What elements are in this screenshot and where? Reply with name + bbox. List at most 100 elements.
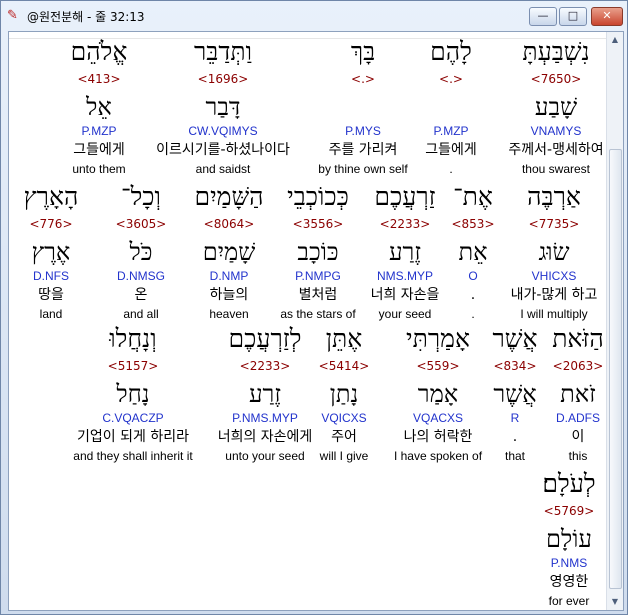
word-eng: your seed <box>378 307 432 321</box>
word-num: <776> <box>29 217 73 231</box>
word-heb: לְזַרְעֲכֶם <box>228 324 302 353</box>
word-heb: אַרְבֶּה <box>527 182 581 211</box>
word-num: <5414> <box>318 359 370 373</box>
word-cell[interactable]: וְנָחֲלוּ <5157> נָחַל C.VQACZP 기업이 되게 하리라 an… <box>58 324 208 466</box>
word-kor: 땅을 <box>38 287 64 303</box>
word-kor: 그들에게 <box>425 142 477 158</box>
word-cell[interactable]: אֶת־ <853> אֵת O.. <box>445 182 501 324</box>
word-cell[interactable]: וַתְּדַבֵּר <1696> דָּבַר CW.VQIMYS 이르시기를-하셨… <box>143 37 303 179</box>
word-kor: 내가-많게 하고 <box>510 287 598 303</box>
word-num: <7735> <box>528 217 580 231</box>
word-parse: D.NMP <box>209 269 249 283</box>
word-num: <8064> <box>203 217 255 231</box>
word-kor: 너희의 자손에게 <box>217 429 313 445</box>
word-eng: this <box>568 449 588 463</box>
scroll-up-icon[interactable]: ▲ <box>608 32 622 48</box>
word-cell[interactable]: לְעֹלָם׃ <5769> עוֹלָם P.NMS 영영한 for ever <box>529 469 609 610</box>
word-cell[interactable]: אַרְבֶּה <7735> שׂוּג VHICXS 내가-많게 하고 I will … <box>499 182 609 324</box>
window-title: @원전분해 - 줄 32:13 <box>27 10 145 24</box>
word-num: <2233> <box>239 359 291 373</box>
word-eng: land <box>39 307 63 321</box>
word-num: <559> <box>416 359 460 373</box>
word-kor: 주를 가리켜 <box>328 142 398 158</box>
minimize-button[interactable]: — <box>529 7 557 26</box>
word-root: אֵל <box>86 93 112 121</box>
word-kor: 하늘의 <box>209 287 249 303</box>
word-eng: and saidst <box>195 162 251 176</box>
word-cell[interactable]: אֲשֶׁר <834> אֲשֶׁר R. that <box>485 324 545 466</box>
word-root: אֵת <box>458 238 488 266</box>
scroll-thumb[interactable] <box>609 149 622 589</box>
word-kor: 온 <box>134 287 148 303</box>
word-cell[interactable]: אֶתֵּן <5414> נָתַן VQICXS 주어 will I give <box>308 324 380 466</box>
word-num: <3605> <box>115 217 167 231</box>
word-cell[interactable]: הָאָרֶץ <776> אֶרֶץ D.NFS 땅을 land <box>15 182 87 324</box>
word-parse: P.NMS.MYP <box>232 411 298 425</box>
interlinear-view[interactable]: אֱלֹהֵם <413> אֵל P.MZP 그들에게 unto them וַתְּדַ… <box>8 31 624 611</box>
word-cell[interactable]: נִשְׁבַּעְתָּ <7650> שָׁבַע VNAMYS 주께서-맹세하여 t… <box>497 37 615 179</box>
word-root: אֲשֶׁר <box>493 380 537 408</box>
word-num: <2233> <box>379 217 431 231</box>
word-num: <834> <box>493 359 537 373</box>
maximize-button[interactable]: □ <box>559 7 587 26</box>
word-kor: . <box>512 429 518 445</box>
word-cell[interactable]: הַזֹּאת <2063> זֹאת D.ADFS 이 this <box>550 324 606 466</box>
word-parse: P.MZP <box>81 124 117 138</box>
word-root: דָּבַר <box>205 93 241 121</box>
word-parse: D.NFS <box>33 269 69 283</box>
word-heb: לְעֹלָם׃ <box>542 469 596 498</box>
word-kor: 그들에게 <box>73 142 125 158</box>
vertical-scrollbar[interactable]: ▲ ▼ <box>606 32 623 610</box>
word-root: זֹאת <box>560 380 596 408</box>
word-heb: נִשְׁבַּעְתָּ <box>522 37 590 66</box>
word-heb: לָהֶם <box>430 37 472 66</box>
word-kor: 주께서-맹세하여 <box>508 142 604 158</box>
word-kor: 너희 자손을 <box>370 287 440 303</box>
word-kor: 영영한 <box>549 574 589 590</box>
word-heb: אֶת־ <box>453 182 493 211</box>
close-button[interactable]: ✕ <box>591 7 623 26</box>
word-cell[interactable]: לָהֶם <.> P.MZP 그들에게. <box>406 37 496 179</box>
word-parse: D.ADFS <box>555 411 600 425</box>
word-parse: P.NMS <box>550 556 588 570</box>
word-parse: VQACXS <box>412 411 463 425</box>
word-num: <413> <box>77 72 121 86</box>
word-eng: . <box>449 162 453 176</box>
word-eng: and they shall inherit it <box>73 449 193 463</box>
word-eng: that <box>504 449 525 463</box>
word-eng: thou swarest <box>521 162 591 176</box>
word-kor: 기업이 되게 하리라 <box>77 429 189 445</box>
word-parse: R <box>510 411 520 425</box>
word-num: <7650> <box>530 72 582 86</box>
word-eng: I will multiply <box>520 307 588 321</box>
word-heb: אֲשֶׁר <box>492 324 538 353</box>
word-num: <.> <box>351 72 375 86</box>
word-parse: D.NMSG <box>117 269 165 283</box>
word-cell[interactable]: זַרְעֲכֶם <2233> זֶרַע NMS.MYP 너희 자손을 your se… <box>355 182 455 324</box>
word-cell[interactable]: הַשָּׁמַיִם <8064> שָׁמַיִם D.NMP 하늘의 heaven <box>181 182 277 324</box>
word-kor: 이 <box>571 429 585 445</box>
word-kor: . <box>470 287 476 303</box>
word-num: <2063> <box>552 359 604 373</box>
word-cell[interactable]: וְכָל־ <3605> כֹּל D.NMSG 온 and all <box>105 182 177 324</box>
word-root: שׂוּג <box>538 238 570 266</box>
word-heb: אָמַרְתִּי <box>406 324 470 353</box>
scroll-down-icon[interactable]: ▼ <box>608 594 622 610</box>
word-root: אָמַר <box>417 380 459 408</box>
title-bar[interactable]: ✎ @원전분해 - 줄 32:13 — □ ✕ <box>1 1 627 31</box>
app-window: ✎ @원전분해 - 줄 32:13 — □ ✕ אֱלֹהֵם <413> אֵל P… <box>0 0 628 615</box>
word-cell[interactable]: אֱלֹהֵם <413> אֵל P.MZP 그들에게 unto them <box>40 37 158 179</box>
word-cell[interactable]: בָּךְ <.> P.MYS 주를 가리켜 by thine own self <box>304 37 422 179</box>
word-cell[interactable]: לְזַרְעֲכֶם <2233> זֶרַע P.NMS.MYP 너희의 자손에게 u… <box>205 324 325 466</box>
word-heb: אֶתֵּן <box>325 324 363 353</box>
word-root: שָׁבַע <box>534 93 578 121</box>
word-eng: . <box>471 307 475 321</box>
word-parse: P.MZP <box>433 124 469 138</box>
word-num: <1696> <box>197 72 249 86</box>
word-eng: by thine own self <box>318 162 408 176</box>
word-cell[interactable]: אָמַרְתִּי <559> אָמַר VQACXS 나의 허락한 I have s… <box>386 324 490 466</box>
word-num: <5769> <box>543 504 595 518</box>
word-heb: הָאָרֶץ <box>23 182 79 211</box>
word-num: <5157> <box>107 359 159 373</box>
word-eng: and all <box>123 307 159 321</box>
